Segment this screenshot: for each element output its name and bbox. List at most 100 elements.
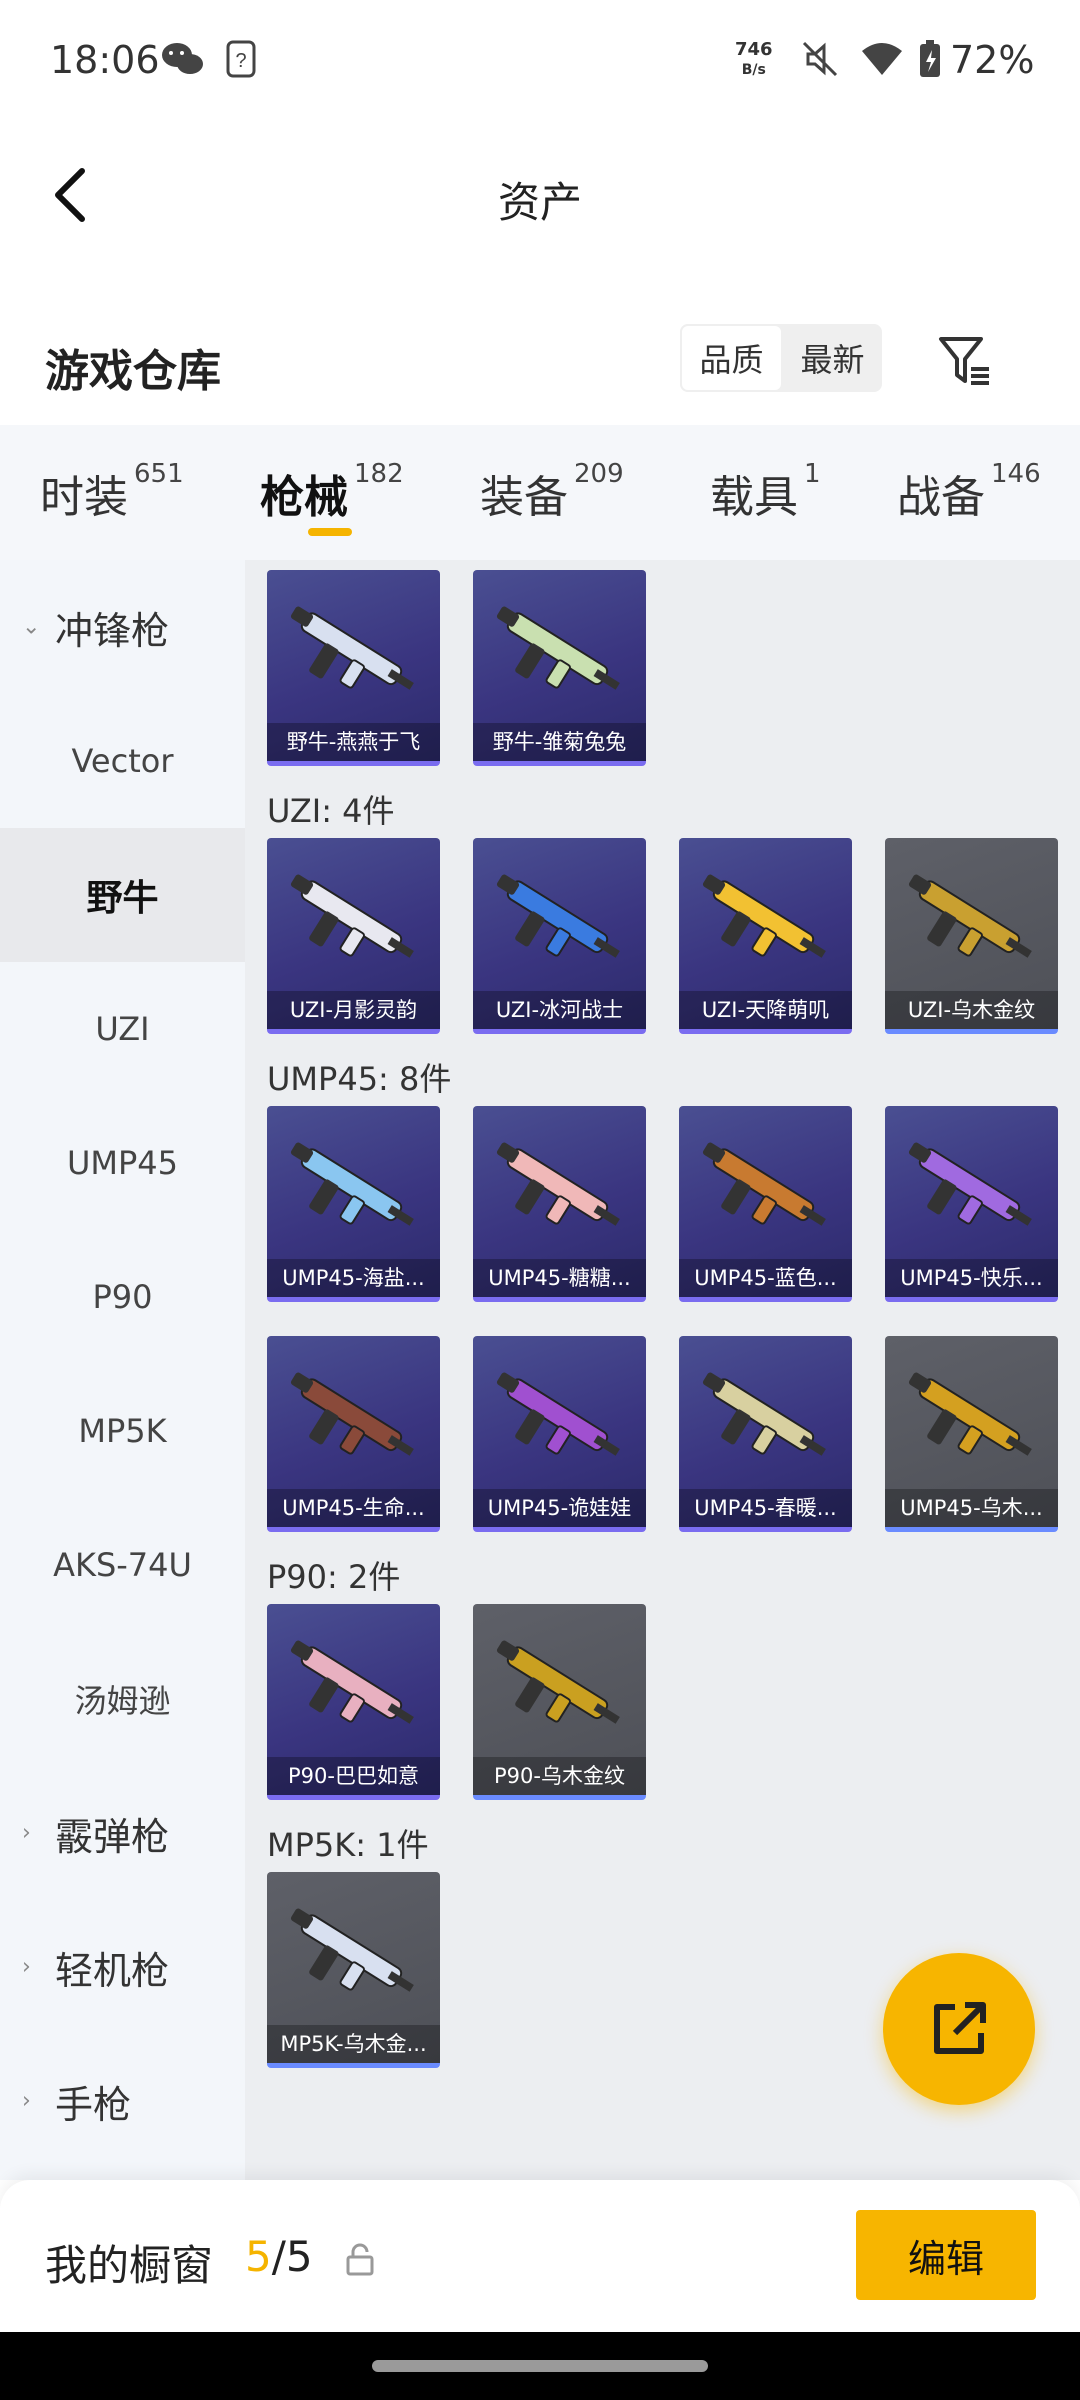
tab-label: 装备 [480,472,568,523]
sidebar-item-p90[interactable]: P90 [0,1230,245,1364]
weapon-name: UMP45-生命... [267,1489,440,1527]
weapon-image [702,1142,826,1226]
weapon-card[interactable]: UMP45-蓝色... [679,1106,852,1302]
showcase-current: 5 [245,2232,272,2281]
weapon-card[interactable]: UZI-冰河战士 [473,838,646,1034]
weapon-image [496,1142,620,1226]
weapon-name: MP5K-乌木金... [267,2025,440,2063]
weapon-card[interactable]: UMP45-海盐... [267,1106,440,1302]
home-indicator[interactable] [372,2360,708,2372]
active-tab-indicator [308,528,352,536]
weapon-card[interactable]: 野牛-燕燕于飞 [267,570,440,766]
group-label: MP5K: 1件 [267,1826,429,1864]
edit-button[interactable]: 编辑 [856,2210,1036,2300]
weapon-card[interactable]: UMP45-春暖... [679,1336,852,1532]
weapon-name: UMP45-快乐... [885,1259,1058,1297]
weapon-card[interactable]: UMP45-乌木... [885,1336,1058,1532]
tab-count: 1 [804,459,821,489]
sidebar-item-thompson[interactable]: 汤姆逊 [0,1632,245,1766]
sort-quality-button[interactable]: 品质 [680,324,783,392]
sidebar-item-uzi[interactable]: UZI [0,962,245,1096]
filter-button[interactable] [930,326,1000,396]
weapon-grid: 野牛-燕燕于飞 野牛-雏菊兔兔 UZI: 4件 UZI-月影灵韵 UZI-冰河战士 UZI… [245,560,1080,2180]
wechat-icon [160,38,204,80]
nav-bar: 资产 [0,125,1080,265]
tab-count: 209 [574,459,624,489]
category-tabs: 时装 651 枪械 182 装备 209 载具 1 战备 146 [0,425,1080,560]
weapon-card[interactable]: UMP45-糖糖... [473,1106,646,1302]
sidebar-item-vector[interactable]: Vector [0,694,245,828]
sidebar-group-lmg[interactable]: › 轻机枪 [0,1900,245,2034]
sidebar-item-label: UZI [95,1010,150,1048]
tab-firearms[interactable]: 枪械 182 [260,459,404,525]
sidebar-item-label: 手枪 [55,2082,132,2127]
section-title: 游戏仓库 [45,346,221,397]
weapon-card[interactable]: UMP45-生命... [267,1336,440,1532]
tab-equipment[interactable]: 装备 209 [480,459,624,525]
showcase-total: 5 [285,2232,313,2281]
status-time: 18:06 [50,38,160,82]
sidebar-group-smg[interactable]: ⌄ 冲锋枪 [0,560,245,694]
sidebar-item-label: 汤姆逊 [74,1682,171,1720]
weapon-card[interactable]: UZI-天降萌叽 [679,838,852,1034]
sidebar-group-shotgun[interactable]: › 霰弹枪 [0,1766,245,1900]
weapon-card[interactable]: 野牛-雏菊兔兔 [473,570,646,766]
weapon-card[interactable]: MP5K-乌木金... [267,1872,440,2068]
weapon-card[interactable]: UMP45-快乐... [885,1106,1058,1302]
tab-vehicles[interactable]: 载具 1 [710,459,821,525]
sidebar-group-pistol[interactable]: › 手枪 [0,2034,245,2168]
weapon-name: P90-巴巴如意 [267,1757,440,1795]
tab-fashion[interactable]: 时装 651 [40,459,184,525]
tab-label: 枪械 [260,472,348,523]
tab-label: 载具 [710,472,798,523]
share-button[interactable] [883,1953,1035,2105]
weapon-image [702,1372,826,1456]
sidebar-item-label: P90 [92,1278,153,1316]
weapon-image [908,1142,1032,1226]
sort-latest-button[interactable]: 最新 [783,324,882,392]
mute-icon [800,38,840,80]
group-label: UZI: 4件 [267,792,395,830]
warehouse-header: 游戏仓库 品质 最新 [0,300,1080,425]
tab-count: 146 [991,459,1041,489]
weapon-card[interactable]: UMP45-诡娃娃 [473,1336,646,1532]
sidebar-item-label: 霰弹枪 [55,1814,170,1859]
weapon-name: UMP45-乌木... [885,1489,1058,1527]
sidebar-item-bizon[interactable]: 野牛 [0,828,245,962]
weapon-name: UMP45-春暖... [679,1489,852,1527]
weapon-image [908,874,1032,958]
tab-gear[interactable]: 战备 146 [897,459,1041,525]
assets-screen: 18:06 ? 746 B/s 72% 资产 游戏仓库 品质 最新 时装 651… [0,0,1080,2400]
weapon-image [290,1908,414,1992]
sidebar-item-aks74u[interactable]: AKS-74U [0,1498,245,1632]
sidebar-item-label: 轻机枪 [55,1948,170,1993]
weapon-image [496,606,620,690]
weapon-name: UZI-冰河战士 [473,991,646,1029]
notification-icon: ? [225,38,257,80]
weapon-card[interactable]: P90-乌木金纹 [473,1604,646,1800]
weapon-name: UMP45-蓝色... [679,1259,852,1297]
filter-icon [939,337,989,385]
sidebar-item-label: UMP45 [66,1144,179,1182]
tab-label: 时装 [40,472,128,523]
sidebar-item-mp5k[interactable]: MP5K [0,1364,245,1498]
status-bar: 18:06 ? 746 B/s 72% [0,0,1080,125]
weapon-card[interactable]: UZI-乌木金纹 [885,838,1058,1034]
weapon-name: UZI-月影灵韵 [267,991,440,1029]
net-speed-unit: B/s [741,62,766,78]
showcase-label: 我的橱窗 [45,2241,214,2290]
net-speed: 746 B/s [735,40,773,80]
weapon-card[interactable]: P90-巴巴如意 [267,1604,440,1800]
group-label: UMP45: 8件 [267,1060,452,1098]
lock-icon [346,2243,374,2276]
showcase-bar: 我的橱窗 5/5 编辑 [0,2180,1080,2332]
sidebar-item-label: 野牛 [86,878,159,919]
weapon-image [290,1372,414,1456]
weapon-name: 野牛-雏菊兔兔 [473,723,646,761]
weapon-card[interactable]: UZI-月影灵韵 [267,838,440,1034]
battery-level: 72% [950,38,1035,82]
sidebar-item-ump45[interactable]: UMP45 [0,1096,245,1230]
share-icon [934,2002,986,2054]
chevron-right-icon: › [22,1820,31,1846]
chevron-right-icon: › [22,1954,31,1980]
